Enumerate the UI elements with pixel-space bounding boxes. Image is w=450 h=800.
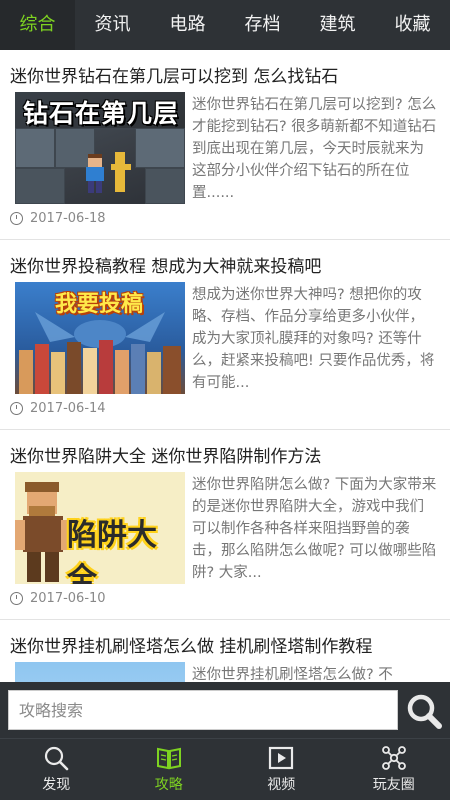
- search-button[interactable]: [404, 692, 444, 730]
- network-icon: [381, 746, 406, 770]
- tab-circuits[interactable]: 电路: [150, 0, 225, 50]
- tab-favorites[interactable]: 收藏: [375, 0, 450, 50]
- thumbnail-caption: 我要投稿: [55, 292, 144, 317]
- article-summary: 迷你世界挂机刷怪塔怎么做? 不: [192, 667, 393, 682]
- tab-news[interactable]: 资讯: [75, 0, 150, 50]
- magnifier-icon: [45, 746, 69, 771]
- article-meta: 2017-06-10: [10, 591, 106, 606]
- nav-label: 发现: [42, 777, 71, 793]
- nav-videos[interactable]: 视频: [225, 739, 338, 800]
- character-illustration: [15, 482, 71, 582]
- article-card[interactable]: 迷你世界投稿教程 想成为大神就来投稿吧 我要投稿 想成为迷你世界大神吗? 想把你…: [0, 240, 450, 430]
- search-bar: [0, 682, 450, 738]
- article-card[interactable]: 迷你世界钻石在第几层可以挖到 怎么找钻石 钻石在第几层 迷你世界钻石在第几层可以…: [0, 50, 450, 240]
- search-icon: [407, 694, 442, 729]
- nav-discover[interactable]: 发现: [0, 739, 113, 800]
- nav-community[interactable]: 玩友圈: [338, 739, 450, 800]
- nav-label: 视频: [267, 777, 296, 793]
- thumbnail-caption: 钻石在第几层: [23, 99, 180, 128]
- article-date: 2017-06-14: [30, 401, 106, 416]
- article-summary: 想成为迷你世界大神吗? 想把你的攻略、存档、作品分享给更多小伙伴，成为大家顶礼膜…: [192, 287, 435, 391]
- tab-buildings[interactable]: 建筑: [300, 0, 375, 50]
- tab-comprehensive[interactable]: 综合: [0, 0, 75, 50]
- article-thumbnail: 钻石在第几层: [15, 92, 185, 204]
- article-thumbnail: 我要投稿: [15, 282, 185, 394]
- article-title: 迷你世界投稿教程 想成为大神就来投稿吧: [10, 257, 322, 277]
- article-date: 2017-06-18: [30, 211, 106, 226]
- nav-guides[interactable]: 攻略: [113, 739, 226, 800]
- thumbnail-caption: 陷阱大全: [67, 518, 157, 584]
- search-input[interactable]: [8, 690, 398, 730]
- character-crowd: [19, 340, 181, 394]
- book-icon: [156, 747, 181, 770]
- clock-icon: [10, 402, 23, 415]
- article-card[interactable]: 迷你世界挂机刷怪塔怎么做 挂机刷怪塔制作教程 迷你世界挂机刷怪塔怎么做? 不: [0, 620, 450, 682]
- article-title: 迷你世界陷阱大全 迷你世界陷阱制作方法: [10, 447, 322, 467]
- clock-icon: [10, 212, 23, 225]
- bottom-nav: 发现 攻略 视频 玩友圈: [0, 738, 450, 800]
- tab-saves[interactable]: 存档: [225, 0, 300, 50]
- article-date: 2017-06-10: [30, 591, 106, 606]
- article-title: 迷你世界挂机刷怪塔怎么做 挂机刷怪塔制作教程: [10, 637, 373, 657]
- article-thumbnail: [15, 662, 185, 682]
- article-title: 迷你世界钻石在第几层可以挖到 怎么找钻石: [10, 67, 339, 87]
- article-card[interactable]: 迷你世界陷阱大全 迷你世界陷阱制作方法 陷阱大全 迷你世界陷阱怎么做? 下面为大…: [0, 430, 450, 620]
- article-meta: 2017-06-18: [10, 211, 106, 226]
- game-character: [86, 154, 104, 193]
- article-thumbnail: 陷阱大全: [15, 472, 185, 584]
- video-play-icon: [269, 746, 294, 770]
- article-meta: 2017-06-14: [10, 401, 106, 416]
- nav-label: 玩友圈: [372, 777, 415, 793]
- article-summary: 迷你世界钻石在第几层可以挖到? 怎么才能挖到钻石? 很多萌新都不知道钻石到底出现…: [192, 97, 437, 201]
- nav-label: 攻略: [154, 777, 183, 793]
- category-tabbar: 综合 资讯 电路 存档 建筑 收藏: [0, 0, 450, 50]
- article-feed[interactable]: 迷你世界钻石在第几层可以挖到 怎么找钻石 钻石在第几层 迷你世界钻石在第几层可以…: [0, 50, 450, 682]
- clock-icon: [10, 592, 23, 605]
- article-summary: 迷你世界陷阱怎么做? 下面为大家带来的是迷你世界陷阱大全，游戏中我们可以制作各种…: [192, 477, 437, 581]
